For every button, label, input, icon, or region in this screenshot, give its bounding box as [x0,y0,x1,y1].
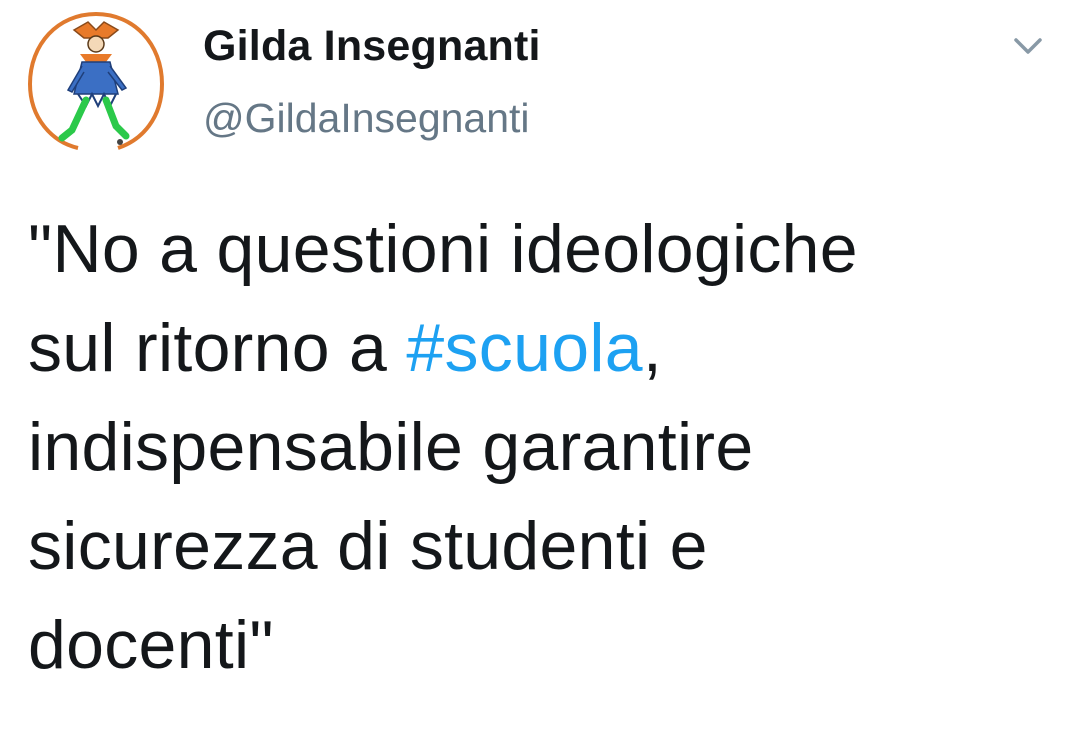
tweet-text: "No a questioni ideologiche sul ritorno … [28,200,1038,695]
author-handle[interactable]: @GildaInsegnanti [203,95,530,142]
avatar[interactable] [22,8,170,156]
tweet-menu-button[interactable] [1008,30,1048,62]
tweet: Gilda Insegnanti @GildaInsegnanti "No a … [0,0,1072,750]
chevron-down-icon [1014,38,1042,54]
author-display-name[interactable]: Gilda Insegnanti [203,22,541,71]
hashtag-link[interactable]: #scuola [406,310,642,386]
jester-logo-icon [27,12,165,150]
